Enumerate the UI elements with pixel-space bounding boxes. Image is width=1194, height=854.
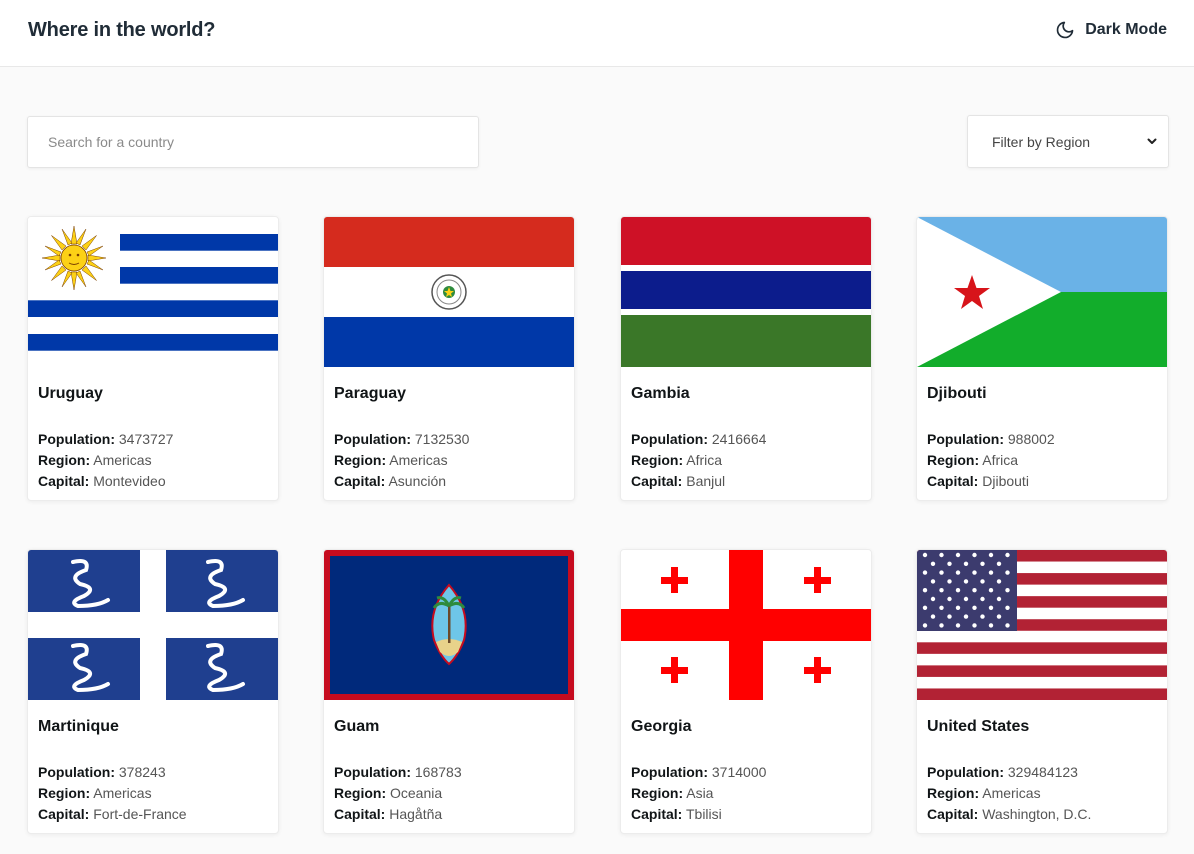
dark-mode-toggle[interactable]: Dark Mode xyxy=(1055,20,1167,40)
country-name: Djibouti xyxy=(927,385,987,402)
country-name: Gambia xyxy=(631,385,690,402)
region-row: Region: Oceania xyxy=(334,785,443,801)
region-row: Region: Americas xyxy=(334,452,448,468)
population-row: Population: 168783 xyxy=(334,764,462,780)
population-value: 988002 xyxy=(1007,431,1055,447)
region-value: Americas xyxy=(93,452,152,468)
region-filter-label: Filter by Region xyxy=(992,133,1091,150)
population-row: Population: 3714000 xyxy=(631,764,767,780)
region-value: Africa xyxy=(982,452,1019,468)
region-value: Africa xyxy=(686,452,723,468)
region-value: Americas xyxy=(93,785,152,801)
country-card[interactable]: Guam Population: 168783 Region: Oceania … xyxy=(323,549,575,834)
region-value: Oceania xyxy=(390,785,443,801)
population-value: 378243 xyxy=(118,764,166,780)
population-row: Population: 7132530 xyxy=(334,431,470,447)
capital-row: Capital: Hagåtña xyxy=(334,806,443,822)
country-card[interactable]: Martinique Population: 378243 Region: Am… xyxy=(27,549,279,834)
region-value: Americas xyxy=(982,785,1041,801)
app-title: Where in the world? xyxy=(28,19,216,41)
region-filter-select[interactable]: Filter by Region xyxy=(967,115,1169,168)
capital-row: Capital: Fort-de-France xyxy=(38,806,187,822)
population-value: 168783 xyxy=(414,764,462,780)
moon-icon xyxy=(1056,21,1074,39)
country-card[interactable]: Georgia Population: 3714000 Region: Asia… xyxy=(620,549,872,834)
united-states-flag xyxy=(917,550,1167,700)
country-card[interactable]: Gambia Population: 2416664 Region: Afric… xyxy=(620,216,872,501)
capital-row: Capital: Asunción xyxy=(334,473,447,489)
capital-value: Banjul xyxy=(686,473,726,489)
region-row: Region: Americas xyxy=(927,785,1041,801)
country-name: Guam xyxy=(334,718,380,735)
capital-value: Djibouti xyxy=(982,473,1029,489)
martinique-flag xyxy=(28,550,278,700)
country-name: United States xyxy=(927,718,1030,735)
country-name: Martinique xyxy=(38,718,119,735)
country-name: Uruguay xyxy=(38,385,103,402)
country-card[interactable]: Paraguay Population: 7132530 Region: Ame… xyxy=(323,216,575,501)
population-value: 3473727 xyxy=(118,431,174,447)
population-value: 3714000 xyxy=(711,764,767,780)
capital-row: Capital: Banjul xyxy=(631,473,726,489)
region-row: Region: Americas xyxy=(38,785,152,801)
population-row: Population: 2416664 xyxy=(631,431,767,447)
capital-value: Asunción xyxy=(388,473,447,489)
population-row: Population: 3473727 xyxy=(38,431,174,447)
app-header: Where in the world? Dark Mode xyxy=(0,0,1194,67)
capital-value: Tbilisi xyxy=(685,806,722,822)
country-card[interactable]: United States Population: 329484123 Regi… xyxy=(916,549,1168,834)
population-value: 329484123 xyxy=(1007,764,1078,780)
country-card[interactable]: Uruguay Population: 3473727 Region: Amer… xyxy=(27,216,279,501)
capital-value: Fort-de-France xyxy=(93,806,187,822)
capital-value: Hagåtña xyxy=(389,806,443,822)
gambia-flag xyxy=(621,217,871,367)
dark-mode-label: Dark Mode xyxy=(1085,21,1167,38)
search-box xyxy=(27,116,479,168)
search-input[interactable] xyxy=(28,117,478,167)
population-row: Population: 378243 xyxy=(38,764,166,780)
population-value: 2416664 xyxy=(711,431,767,447)
region-value: Asia xyxy=(686,785,714,801)
region-row: Region: Africa xyxy=(631,452,723,468)
country-name: Paraguay xyxy=(334,385,407,402)
capital-value: Montevideo xyxy=(93,473,166,489)
population-row: Population: 329484123 xyxy=(927,764,1078,780)
region-row: Region: Americas xyxy=(38,452,152,468)
guam-flag xyxy=(324,550,574,700)
uruguay-flag xyxy=(28,217,278,367)
region-row: Region: Asia xyxy=(631,785,714,801)
capital-row: Capital: Djibouti xyxy=(927,473,1029,489)
country-card[interactable]: Djibouti Population: 988002 Region: Afri… xyxy=(916,216,1168,501)
population-row: Population: 988002 xyxy=(927,431,1055,447)
chevron-down-icon xyxy=(1147,138,1157,144)
capital-row: Capital: Tbilisi xyxy=(631,806,722,822)
region-row: Region: Africa xyxy=(927,452,1019,468)
region-value: Americas xyxy=(389,452,448,468)
georgia-flag xyxy=(621,550,871,700)
capital-row: Capital: Montevideo xyxy=(38,473,166,489)
capital-value: Washington, D.C. xyxy=(982,806,1092,822)
country-name: Georgia xyxy=(631,718,692,735)
djibouti-flag xyxy=(917,217,1167,367)
paraguay-flag xyxy=(324,217,574,367)
capital-row: Capital: Washington, D.C. xyxy=(927,806,1092,822)
population-value: 7132530 xyxy=(414,431,470,447)
